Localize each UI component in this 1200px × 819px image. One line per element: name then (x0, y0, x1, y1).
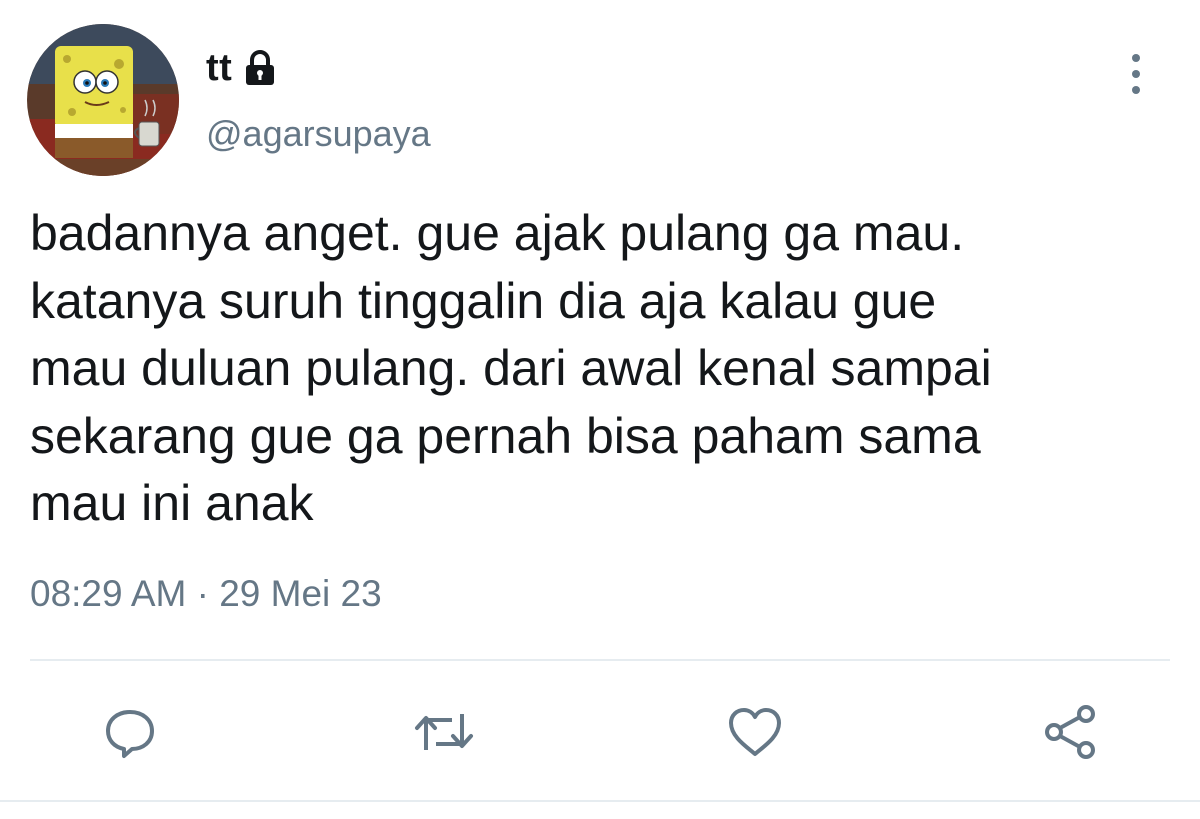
avatar[interactable] (27, 24, 179, 176)
share-icon (1045, 705, 1095, 759)
bottom-divider (0, 800, 1200, 802)
tweet-text: badannya anget. gue ajak pulang ga mau. … (30, 205, 992, 531)
divider (30, 659, 1170, 661)
share-button[interactable] (1038, 700, 1102, 764)
lock-icon (240, 48, 280, 88)
more-options-button[interactable] (1116, 50, 1156, 100)
action-bar (0, 700, 1200, 764)
more-vertical-icon (1132, 54, 1140, 94)
reply-icon (106, 710, 154, 758)
retweet-button[interactable] (412, 700, 476, 764)
spongebob-avatar-image (27, 24, 179, 176)
like-button[interactable] (723, 700, 787, 764)
name-row: tt (206, 38, 280, 98)
reply-button[interactable] (98, 700, 162, 764)
retweet-icon (415, 714, 473, 750)
tweet-timestamp[interactable]: 08:29 AM · 29 Mei 23 (30, 573, 382, 615)
tweet-card: tt @agarsupaya badannya anget. gue ajak … (0, 0, 1200, 819)
user-handle[interactable]: @agarsupaya (206, 113, 431, 155)
display-name[interactable]: tt (206, 47, 232, 90)
heart-icon (729, 708, 781, 756)
